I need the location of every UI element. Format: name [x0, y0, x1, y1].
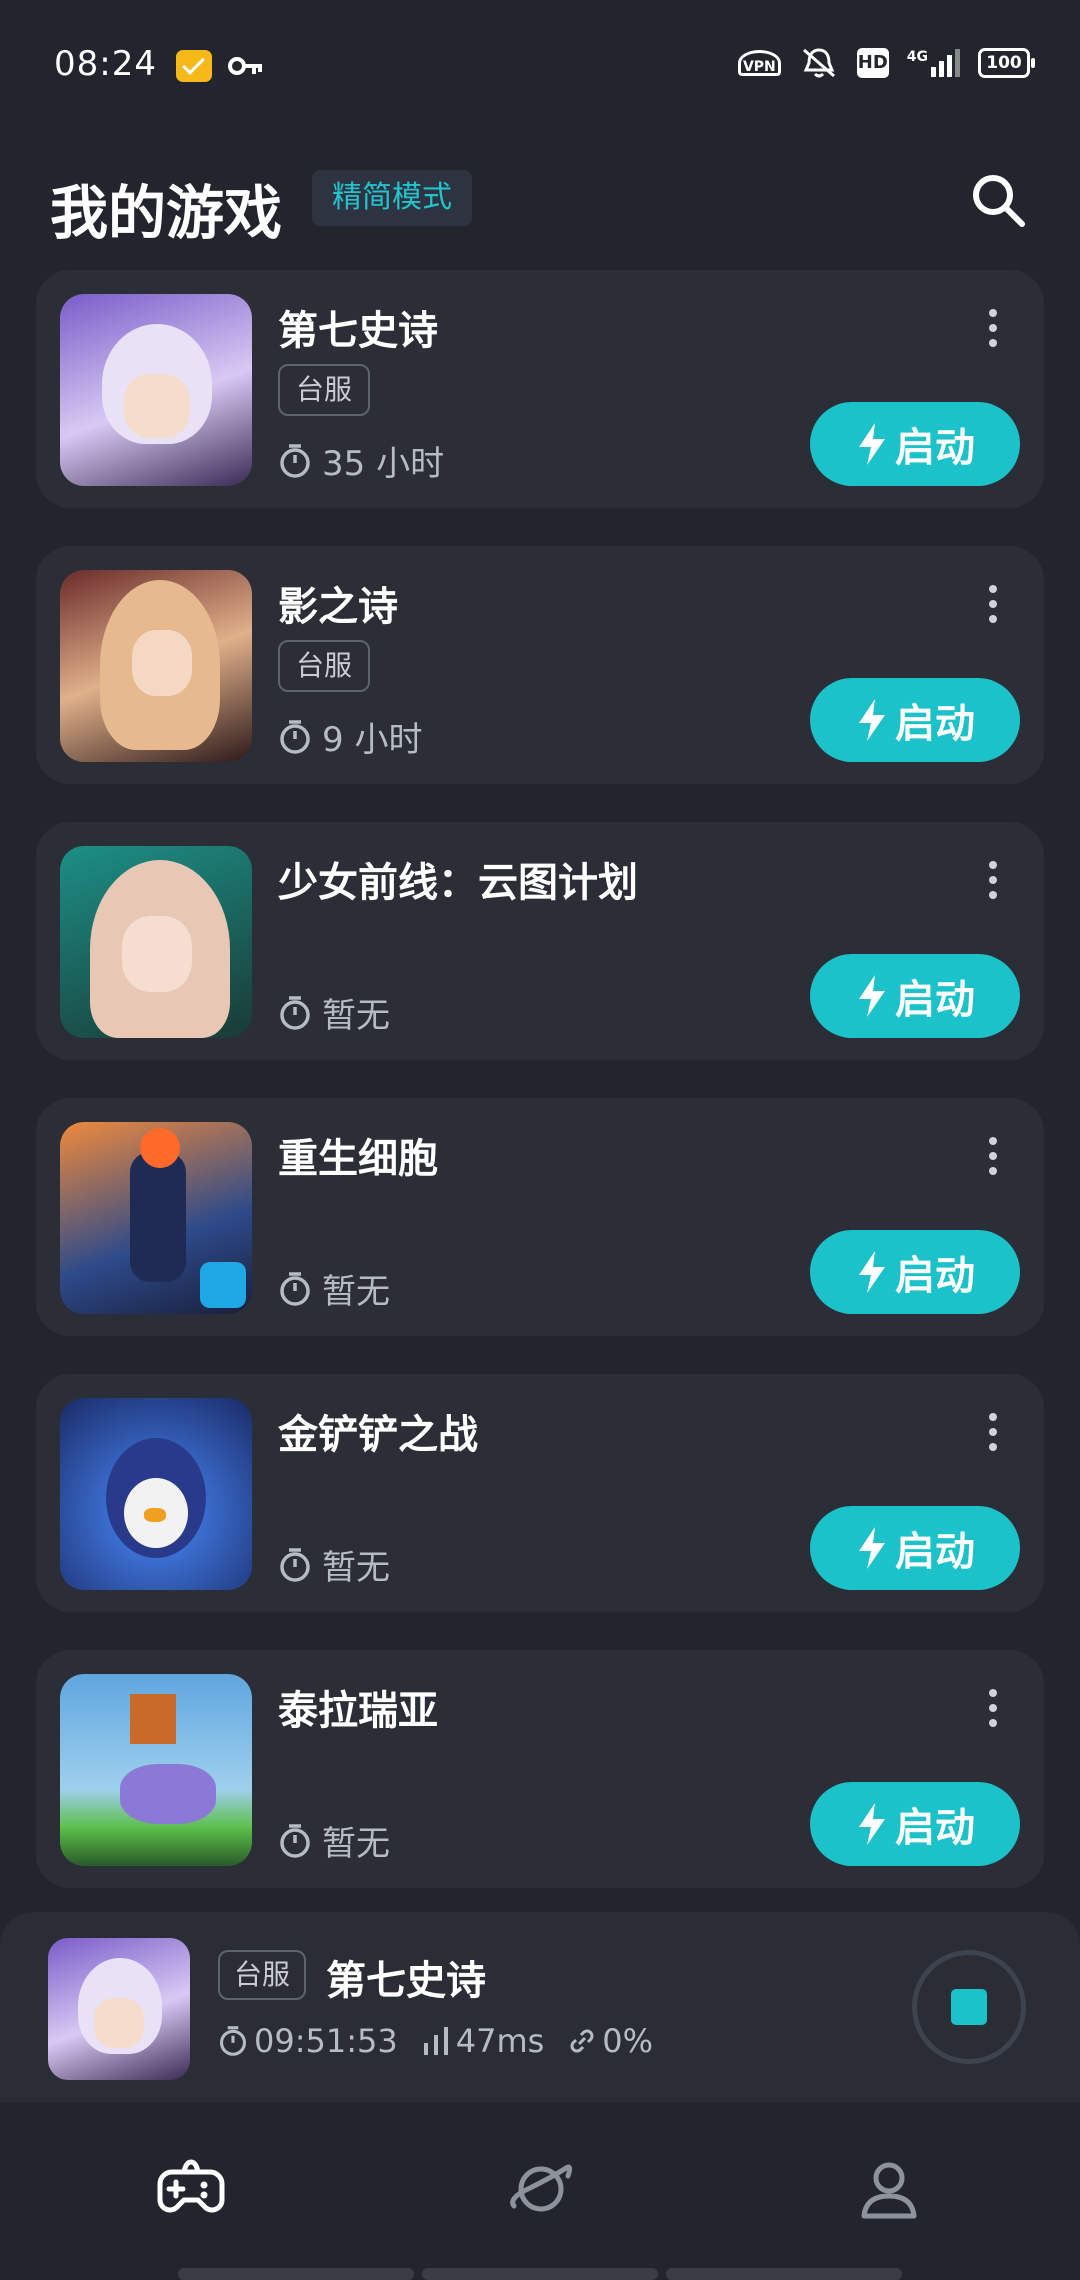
game-cover[interactable]: [60, 570, 252, 762]
lightning-icon: [859, 1527, 885, 1569]
stop-button[interactable]: [912, 1950, 1026, 2064]
timer-icon: [280, 443, 310, 478]
launch-label: 启动: [895, 1253, 975, 1299]
now-playing-cover: [48, 1938, 190, 2080]
game-name: 第七史诗: [278, 308, 438, 354]
link-icon: [570, 2029, 594, 2053]
game-card[interactable]: 第七史诗 台服 35 小时 启动: [36, 270, 1044, 508]
more-options-icon[interactable]: [988, 1412, 998, 1452]
gamepad-icon[interactable]: [156, 2154, 226, 2224]
game-name: 重生细胞: [278, 1136, 438, 1182]
game-card[interactable]: 影之诗 台服 9 小时 启动: [36, 546, 1044, 784]
session-time: 09:51:53: [218, 2022, 398, 2060]
playtime: 9 小时: [278, 712, 422, 761]
server-tag: 台服: [278, 640, 371, 692]
playtime: 暂无: [278, 988, 390, 1037]
lightning-icon: [859, 699, 885, 741]
timer-icon: [280, 1271, 310, 1306]
status-bar: 08:24 VPN HD 4G 100: [0, 0, 1080, 130]
mail-notification-icon: [176, 50, 212, 82]
playtime: 35 小时: [278, 436, 444, 485]
more-options-icon[interactable]: [988, 1136, 998, 1176]
more-options-icon[interactable]: [988, 1688, 998, 1728]
more-options-icon[interactable]: [988, 860, 998, 900]
game-name: 少女前线：云图计划: [278, 860, 638, 906]
now-playing-server-tag: 台服: [218, 1950, 307, 2000]
lightning-icon: [859, 1251, 885, 1293]
launch-label: 启动: [895, 977, 975, 1023]
packet-loss-value: 0%: [602, 2022, 654, 2060]
game-cover[interactable]: [60, 1122, 252, 1314]
launch-label: 启动: [895, 1805, 975, 1851]
status-time: 08:24: [54, 44, 157, 84]
packet-loss: 0%: [568, 2022, 653, 2060]
signal-4g-icon: 4G: [907, 49, 960, 77]
game-cover[interactable]: [60, 846, 252, 1038]
timer-icon: [280, 1823, 310, 1858]
nav-indicator: [178, 2268, 414, 2280]
timer-icon: [219, 2026, 247, 2056]
stop-icon: [951, 1989, 987, 2025]
latency: 47ms: [422, 2022, 545, 2060]
game-card[interactable]: 少女前线：云图计划 暂无 启动: [36, 822, 1044, 1060]
more-options-icon[interactable]: [988, 584, 998, 624]
lightning-icon: [859, 975, 885, 1017]
now-playing-stats: 09:51:53 47ms 0%: [218, 2022, 653, 2060]
game-name: 泰拉瑞亚: [278, 1688, 438, 1734]
playtime-value: 暂无: [322, 1548, 390, 1588]
profile-icon[interactable]: [854, 2154, 924, 2224]
launch-button[interactable]: 启动: [810, 678, 1020, 762]
timer-icon: [280, 1547, 310, 1582]
launch-button[interactable]: 启动: [810, 1230, 1020, 1314]
playtime-value: 暂无: [322, 1824, 390, 1864]
launch-label: 启动: [895, 425, 975, 471]
lightning-icon: [859, 1803, 885, 1845]
status-indicators: VPN HD 4G 100: [737, 46, 1035, 80]
latency-value: 47ms: [455, 2022, 545, 2060]
launch-label: 启动: [895, 1529, 975, 1575]
playtime-value: 暂无: [322, 1272, 390, 1312]
launch-button[interactable]: 启动: [810, 1506, 1020, 1590]
hd-icon: HD: [856, 48, 889, 78]
playtime-value: 9 小时: [322, 720, 423, 760]
session-time-value: 09:51:53: [254, 2022, 398, 2060]
playtime-value: 35 小时: [322, 444, 445, 484]
game-card[interactable]: 泰拉瑞亚 暂无 启动: [36, 1650, 1044, 1888]
bell-muted-icon: [802, 48, 835, 78]
nav-indicator: [422, 2268, 658, 2280]
launch-button[interactable]: 启动: [810, 402, 1020, 486]
simple-mode-toggle[interactable]: 精简模式: [312, 170, 472, 226]
lightning-icon: [859, 423, 885, 465]
timer-icon: [280, 719, 310, 754]
game-card[interactable]: 重生细胞 暂无 启动: [36, 1098, 1044, 1336]
game-name: 金铲铲之战: [278, 1412, 478, 1458]
playtime-value: 暂无: [322, 996, 390, 1036]
search-icon[interactable]: [968, 170, 1028, 230]
launch-label: 启动: [895, 701, 975, 747]
now-playing-bar[interactable]: 台服 第七史诗 09:51:53 47ms 0%: [0, 1912, 1080, 2102]
game-cover[interactable]: [60, 1398, 252, 1590]
game-cover[interactable]: [60, 1674, 252, 1866]
playtime: 暂无: [278, 1540, 390, 1589]
launch-button[interactable]: 启动: [810, 954, 1020, 1038]
battery-icon: 100: [978, 48, 1035, 78]
planet-icon[interactable]: [506, 2154, 576, 2224]
nav-indicator: [666, 2268, 902, 2280]
server-tag: 台服: [278, 364, 371, 416]
playtime: 暂无: [278, 1264, 390, 1313]
game-name: 影之诗: [278, 584, 398, 630]
more-options-icon[interactable]: [988, 308, 998, 348]
playtime: 暂无: [278, 1816, 390, 1865]
timer-icon: [280, 995, 310, 1030]
vpn-icon: VPN: [737, 50, 781, 76]
launch-button[interactable]: 启动: [810, 1782, 1020, 1866]
signal-bars-icon: [423, 2027, 448, 2055]
game-card[interactable]: 金铲铲之战 暂无 启动: [36, 1374, 1044, 1612]
network-label: 4G: [906, 49, 928, 65]
key-icon: [228, 57, 262, 75]
page-title: 我的游戏: [50, 179, 283, 247]
bottom-nav: [0, 2104, 1080, 2280]
game-cover[interactable]: [60, 294, 252, 486]
now-playing-name: 第七史诗: [326, 1958, 486, 2004]
